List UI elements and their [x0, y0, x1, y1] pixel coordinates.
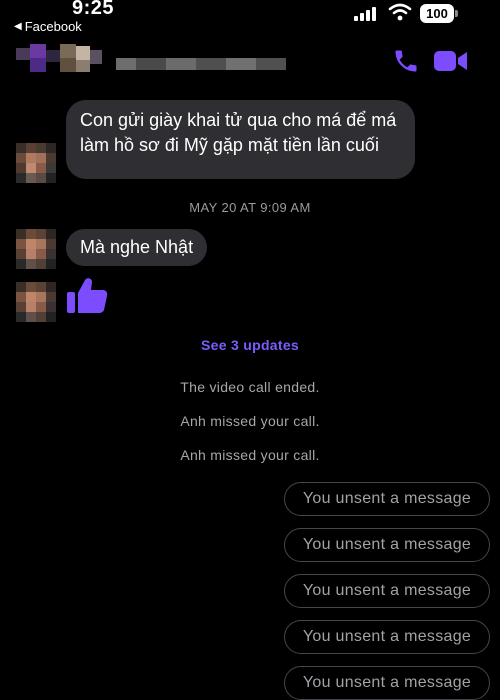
sender-avatar[interactable]: [16, 143, 56, 183]
phone-icon[interactable]: [392, 47, 420, 80]
system-event: The video call ended.: [180, 379, 320, 395]
message-text: Mà nghe Nhật: [80, 237, 194, 257]
contact-name-blurred[interactable]: [116, 58, 286, 70]
video-camera-icon[interactable]: [434, 50, 468, 77]
unsent-message[interactable]: You unsent a message: [284, 574, 490, 608]
back-triangle-icon: ◀: [14, 21, 22, 32]
battery-indicator: 100: [420, 4, 454, 23]
unsent-message[interactable]: You unsent a message: [284, 666, 490, 700]
sender-avatar[interactable]: [16, 282, 56, 322]
unsent-message[interactable]: You unsent a message: [284, 528, 490, 562]
incoming-message-bubble[interactable]: Con gửi giày khai tử qua cho má để má là…: [66, 100, 415, 179]
back-app-label: Facebook: [24, 19, 82, 34]
wifi-icon: [388, 2, 412, 27]
see-updates-link[interactable]: See 3 updates: [0, 337, 500, 353]
thumbs-up-icon[interactable]: [66, 277, 108, 320]
header-avatar-blurred[interactable]: [16, 44, 102, 74]
message-timestamp: MAY 20 AT 9:09 AM: [189, 200, 311, 215]
incoming-message-bubble[interactable]: Mà nghe Nhật: [66, 229, 208, 266]
system-event: Anh missed your call.: [180, 413, 320, 429]
system-event: Anh missed your call.: [180, 447, 320, 463]
cellular-signal-icon: [354, 5, 376, 21]
unsent-message[interactable]: You unsent a message: [284, 620, 490, 654]
message-text: Con gửi giày khai tử qua cho má để má là…: [80, 110, 397, 155]
back-to-app-link[interactable]: ◀ Facebook: [14, 19, 82, 34]
status-time: 9:25: [72, 0, 115, 19]
battery-cap: [455, 10, 458, 17]
sender-avatar[interactable]: [16, 229, 56, 269]
unsent-message[interactable]: You unsent a message: [284, 482, 490, 516]
